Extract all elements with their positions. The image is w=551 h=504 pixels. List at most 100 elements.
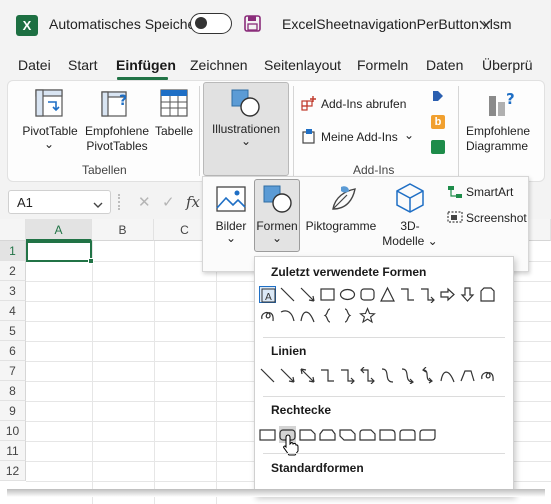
chevron-down-icon[interactable]: [479, 17, 491, 35]
recent-star-shape[interactable]: [359, 307, 376, 324]
row-header[interactable]: 4: [0, 301, 26, 321]
pivottable-icon: [34, 88, 64, 123]
3d-models-icon: [395, 182, 425, 219]
recent-triangle-shape[interactable]: [379, 286, 396, 303]
recent-elbow-arrow-shape[interactable]: [419, 286, 436, 303]
get-addins-icon: [301, 95, 317, 116]
autosave-toggle[interactable]: [190, 13, 232, 34]
tab-start[interactable]: Start: [68, 57, 98, 73]
row-header[interactable]: 5: [0, 321, 26, 341]
rectangle-shape[interactable]: [259, 426, 276, 443]
visio-icon[interactable]: [431, 89, 445, 103]
tab-einfuegen[interactable]: Einfügen: [116, 57, 176, 73]
curved-arrow-connector-shape[interactable]: [399, 367, 416, 384]
tab-zeichnen[interactable]: Zeichnen: [190, 57, 248, 73]
column-header-b[interactable]: B: [92, 219, 154, 241]
elbow-double-arrow-connector-shape[interactable]: [359, 367, 376, 384]
snip-diagonal-rectangle-shape[interactable]: [339, 426, 356, 443]
chevron-down-icon[interactable]: ⌄: [43, 137, 55, 152]
recommended-charts-button[interactable]: Empfohlene Diagramme: [466, 124, 546, 154]
get-addins-button[interactable]: Add-Ins abrufen: [321, 97, 406, 112]
svg-text:?: ?: [506, 90, 515, 108]
elbow-arrow-connector-shape[interactable]: [339, 367, 356, 384]
recommended-pivottables-button[interactable]: Empfohlene PivotTables: [82, 124, 152, 154]
round-same-side-rectangle-shape[interactable]: [399, 426, 416, 443]
table-button[interactable]: Tabelle: [152, 124, 196, 139]
row-header[interactable]: 7: [0, 361, 26, 381]
ribbon-separator: [199, 86, 200, 176]
chevron-down-icon: ⌄: [240, 134, 252, 148]
insert-function-icon[interactable]: fx: [186, 193, 200, 211]
recent-right-arrow-shape[interactable]: [439, 286, 456, 303]
chevron-down-icon[interactable]: ⌄: [225, 231, 237, 246]
smartart-button[interactable]: SmartArt: [466, 185, 513, 200]
bing-icon[interactable]: b: [431, 115, 445, 129]
3d-models-line1: 3D-: [400, 219, 420, 233]
row-header[interactable]: 1: [0, 241, 26, 261]
tab-datei[interactable]: Datei: [18, 57, 51, 73]
snip-round-rectangle-shape[interactable]: [359, 426, 376, 443]
fill-handle[interactable]: [88, 258, 94, 264]
section-divider: [263, 337, 505, 338]
round-diagonal-rectangle-shape[interactable]: [419, 426, 436, 443]
row-header[interactable]: 9: [0, 401, 26, 421]
chevron-down-icon[interactable]: [93, 196, 103, 214]
tab-ueberpruefen[interactable]: Überprü: [482, 57, 533, 73]
section-divider: [263, 453, 505, 454]
file-name[interactable]: ExcelSheetnavigationPerButton.xlsm: [282, 16, 512, 32]
curved-connector-shape[interactable]: [379, 367, 396, 384]
row-header[interactable]: 10: [0, 421, 26, 441]
recent-right-brace-shape[interactable]: [339, 307, 356, 324]
icons-button[interactable]: Piktogramme: [302, 219, 380, 234]
recent-oval-shape[interactable]: [339, 286, 356, 303]
recent-rounded-rectangle-shape[interactable]: [359, 286, 376, 303]
recent-arrow-line-shape[interactable]: [299, 286, 316, 303]
recent-left-brace-shape[interactable]: [319, 307, 336, 324]
row-header[interactable]: 2: [0, 261, 26, 281]
tab-daten[interactable]: Daten: [426, 57, 463, 73]
shapes-gallery: Zuletzt verwendete Formen A Linien Recht…: [254, 256, 514, 496]
chevron-down-icon[interactable]: ⌄: [403, 128, 415, 143]
illustrations-icon: [230, 88, 262, 123]
snip-single-corner-rectangle-shape[interactable]: [299, 426, 316, 443]
recent-snip-rectangle-shape[interactable]: [479, 286, 496, 303]
row-header[interactable]: 12: [0, 461, 26, 481]
cancel-icon[interactable]: ✕: [138, 193, 151, 211]
row-header[interactable]: 3: [0, 281, 26, 301]
recent-textbox-shape[interactable]: A: [259, 286, 276, 303]
curved-double-arrow-connector-shape[interactable]: [419, 367, 436, 384]
recent-rectangle-shape[interactable]: [319, 286, 336, 303]
recent-curve-shape[interactable]: [299, 307, 316, 324]
recent-down-arrow-shape[interactable]: [459, 286, 476, 303]
row-header[interactable]: 11: [0, 441, 26, 461]
active-cell[interactable]: [26, 241, 92, 262]
snip-same-side-rectangle-shape[interactable]: [319, 426, 336, 443]
column-header-a[interactable]: A: [26, 219, 92, 241]
people-graph-icon[interactable]: [431, 140, 445, 154]
round-single-corner-rectangle-shape[interactable]: [379, 426, 396, 443]
row-header[interactable]: 6: [0, 341, 26, 361]
tab-seitenlayout[interactable]: Seitenlayout: [264, 57, 341, 73]
formula-bar-grip: [118, 194, 120, 210]
my-addins-button[interactable]: Meine Add-Ins: [321, 130, 398, 145]
section-title-recent: Zuletzt verwendete Formen: [271, 265, 427, 279]
grid-line: [92, 241, 93, 504]
row-header[interactable]: 8: [0, 381, 26, 401]
3d-models-button[interactable]: Modelle ⌄: [382, 234, 438, 249]
recent-arc-shape[interactable]: [279, 307, 296, 324]
freeform-shape[interactable]: [459, 367, 476, 384]
line-double-arrow-shape[interactable]: [299, 367, 316, 384]
enter-icon[interactable]: ✓: [162, 193, 175, 211]
curve-shape[interactable]: [439, 367, 456, 384]
select-all-corner[interactable]: [0, 219, 26, 241]
line-arrow-shape[interactable]: [279, 367, 296, 384]
screenshot-button[interactable]: Screenshot: [466, 211, 527, 226]
tab-formeln[interactable]: Formeln: [357, 57, 408, 73]
recent-elbow-connector-shape[interactable]: [399, 286, 416, 303]
scribble-shape[interactable]: [479, 367, 496, 384]
elbow-connector-shape[interactable]: [319, 367, 336, 384]
recent-freeform-shape[interactable]: [259, 307, 276, 324]
line-shape[interactable]: [259, 367, 276, 384]
save-icon[interactable]: [244, 15, 261, 37]
recent-line-shape[interactable]: [279, 286, 296, 303]
